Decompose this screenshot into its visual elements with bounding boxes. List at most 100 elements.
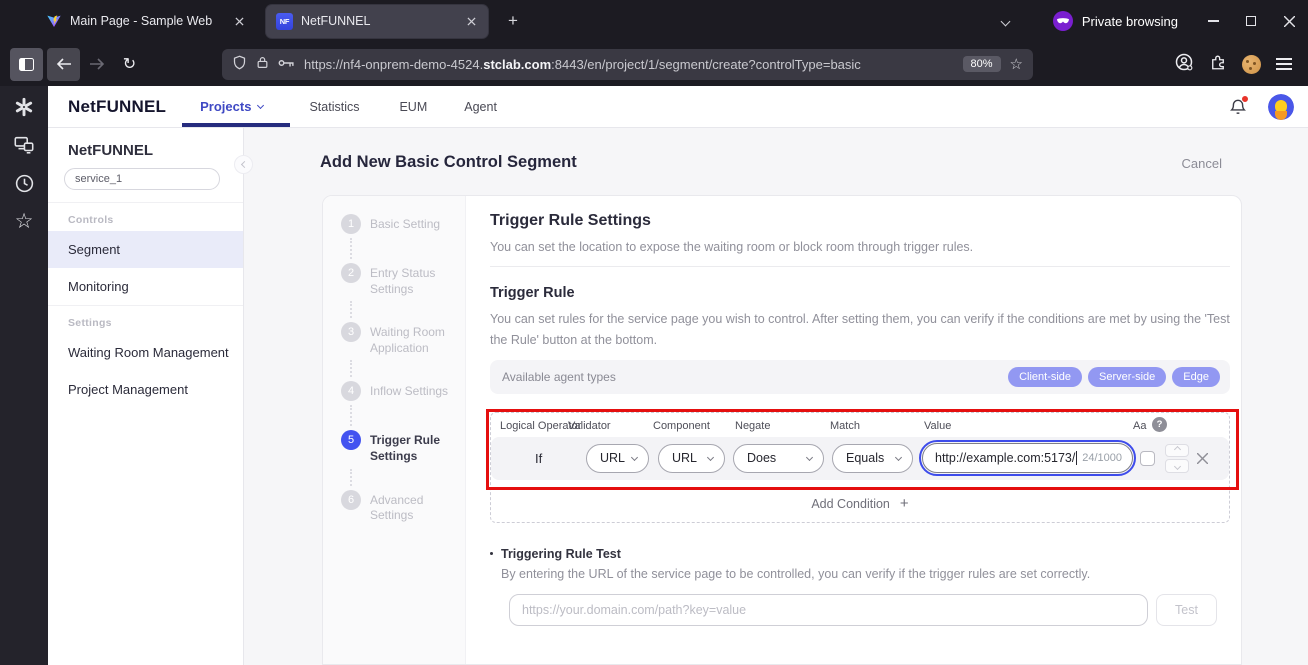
component-select[interactable]: URL — [658, 443, 725, 473]
help-icon[interactable]: ? — [1152, 416, 1167, 432]
devices-icon[interactable] — [12, 133, 36, 157]
conditions-container: Logical Operator Validator Component Neg… — [490, 411, 1230, 523]
sidebar-toggle-button[interactable] — [10, 47, 43, 81]
step-advanced-settings[interactable]: 6 Advanced Settings — [341, 489, 465, 524]
account-icon[interactable] — [1174, 52, 1194, 77]
sidebar-section-controls: Controls — [68, 214, 114, 226]
sidebar-item-waiting-room-management[interactable]: Waiting Room Management — [48, 334, 243, 371]
back-button[interactable] — [47, 47, 80, 81]
tab-title: Main Page - Sample Web — [70, 14, 213, 28]
tab-close-icon[interactable] — [462, 12, 480, 30]
new-tab-button[interactable]: + — [500, 8, 526, 34]
service-select-input[interactable] — [64, 168, 220, 190]
notifications-bell-icon[interactable] — [1228, 94, 1249, 117]
reload-button[interactable]: ↻ — [113, 48, 146, 81]
add-condition-button[interactable]: Add Condition + — [491, 486, 1229, 522]
window-maximize-button[interactable] — [1232, 0, 1270, 42]
step-trigger-rule-settings[interactable]: 5 Trigger Rule Settings — [341, 430, 465, 464]
tab-close-icon[interactable] — [230, 12, 248, 30]
vite-icon — [46, 13, 62, 29]
sidebar-item-segment[interactable]: Segment — [48, 231, 243, 268]
nav-item-agent[interactable]: Agent — [464, 100, 497, 114]
sidebar-section-settings: Settings — [68, 317, 112, 329]
test-section-title: Triggering Rule Test — [490, 547, 1230, 561]
test-section-description: By entering the URL of the service page … — [501, 566, 1091, 581]
chevron-down-icon — [805, 453, 814, 461]
step-connector — [350, 405, 352, 427]
browser-tab-sample-web[interactable]: Main Page - Sample Web — [36, 5, 256, 38]
window-minimize-button[interactable] — [1194, 0, 1232, 42]
private-mask-icon — [1052, 11, 1073, 31]
nav-item-statistics[interactable]: Statistics — [309, 100, 359, 114]
menu-icon[interactable] — [1276, 58, 1292, 70]
window-close-button[interactable] — [1270, 0, 1308, 42]
openai-icon[interactable] — [12, 95, 36, 119]
condition-headers: Logical Operator Validator Component Neg… — [491, 416, 1229, 437]
chevron-down-icon — [894, 453, 903, 461]
triggering-rule-test-section: Triggering Rule Test By entering the URL… — [490, 547, 1230, 626]
history-clock-icon[interactable] — [12, 171, 36, 195]
url-bar[interactable]: https://nf4-onprem-demo-4524.stclab.com:… — [222, 48, 1033, 80]
test-button[interactable]: Test — [1156, 593, 1217, 626]
move-down-button[interactable] — [1165, 459, 1189, 473]
header-case-sensitive: Aa — [1133, 419, 1147, 432]
notification-dot — [1241, 94, 1249, 103]
chevron-down-icon — [257, 101, 265, 110]
match-select[interactable]: Equals — [832, 443, 913, 473]
plus-icon: + — [899, 495, 909, 512]
private-browsing-indicator: Private browsing — [1052, 11, 1178, 31]
step-connector — [350, 360, 352, 378]
step-entry-status[interactable]: 2 Entry Status Settings — [341, 263, 465, 297]
browser-tab-netfunnel[interactable]: NF NetFUNNEL — [266, 4, 488, 38]
sidebar-item-project-management[interactable]: Project Management — [48, 371, 243, 408]
test-url-input[interactable] — [509, 593, 1148, 626]
netfunnel-favicon: NF — [276, 12, 293, 30]
step-connector — [350, 468, 352, 486]
badge-client-side: Client-side — [1008, 366, 1083, 387]
case-sensitive-checkbox[interactable] — [1140, 450, 1155, 466]
key-icon[interactable] — [278, 57, 295, 72]
netfunnel-logo[interactable]: NetFUNNEL — [68, 97, 166, 117]
screen: Main Page - Sample Web NF NetFUNNEL + Pr… — [0, 0, 1308, 665]
sidebar-item-monitoring[interactable]: Monitoring — [48, 268, 243, 305]
nav-item-projects[interactable]: Projects — [200, 99, 265, 114]
zoom-level-badge[interactable]: 80% — [962, 56, 1001, 72]
forward-button[interactable] — [80, 48, 113, 81]
shield-icon[interactable] — [232, 54, 247, 74]
url-text: https://nf4-onprem-demo-4524.stclab.com:… — [304, 56, 861, 72]
bookmarks-star-icon[interactable]: ☆ — [12, 209, 36, 233]
trigger-rule-title: Trigger Rule — [490, 285, 575, 301]
sidebar-collapse-button[interactable] — [234, 155, 253, 174]
validator-select[interactable]: URL — [586, 443, 649, 473]
cookie-extension-icon[interactable] — [1242, 54, 1261, 74]
cancel-button[interactable]: Cancel — [1182, 156, 1222, 171]
section-subtitle: You can set the location to expose the w… — [490, 240, 974, 254]
active-nav-underline — [182, 123, 290, 127]
nav-item-eum[interactable]: EUM — [399, 100, 427, 114]
browser-titlebar: Main Page - Sample Web NF NetFUNNEL + Pr… — [0, 0, 1308, 42]
badge-server-side: Server-side — [1088, 366, 1167, 387]
user-avatar[interactable] — [1268, 93, 1294, 120]
header-validator: Validator — [568, 419, 611, 432]
move-up-button[interactable] — [1165, 443, 1189, 457]
divider — [490, 266, 1230, 267]
browser-toolbar: ↻ https://nf4-onprem-demo-4524.stclab.co… — [0, 42, 1308, 86]
logical-operator-value: If — [535, 450, 543, 466]
extensions-puzzle-icon[interactable] — [1209, 53, 1227, 76]
step-basic-setting[interactable]: 1 Basic Setting — [341, 214, 465, 234]
step-inflow-settings[interactable]: 4 Inflow Settings — [341, 381, 465, 402]
negate-select[interactable]: Does — [733, 443, 824, 473]
sidebar-project-title: NetFUNNEL — [68, 142, 153, 159]
value-input[interactable]: http://example.com:5173/ 24/1000 — [919, 439, 1136, 476]
list-all-tabs-icon[interactable] — [1000, 12, 1011, 30]
badge-edge: Edge — [1172, 366, 1220, 387]
bookmark-star-icon[interactable]: ☆ — [1010, 55, 1023, 73]
step-connector — [350, 238, 352, 259]
app-header: NetFUNNEL Projects Statistics EUM Agent — [48, 86, 1308, 128]
step-waiting-room[interactable]: 3 Waiting Room Application — [341, 322, 465, 356]
header-negate: Negate — [735, 419, 771, 432]
remove-condition-icon[interactable] — [1196, 451, 1209, 469]
reorder-controls — [1165, 443, 1189, 473]
wizard-stepper: 1 Basic Setting 2 Entry Status Settings 3W… — [323, 196, 466, 664]
lock-icon[interactable] — [256, 55, 269, 73]
